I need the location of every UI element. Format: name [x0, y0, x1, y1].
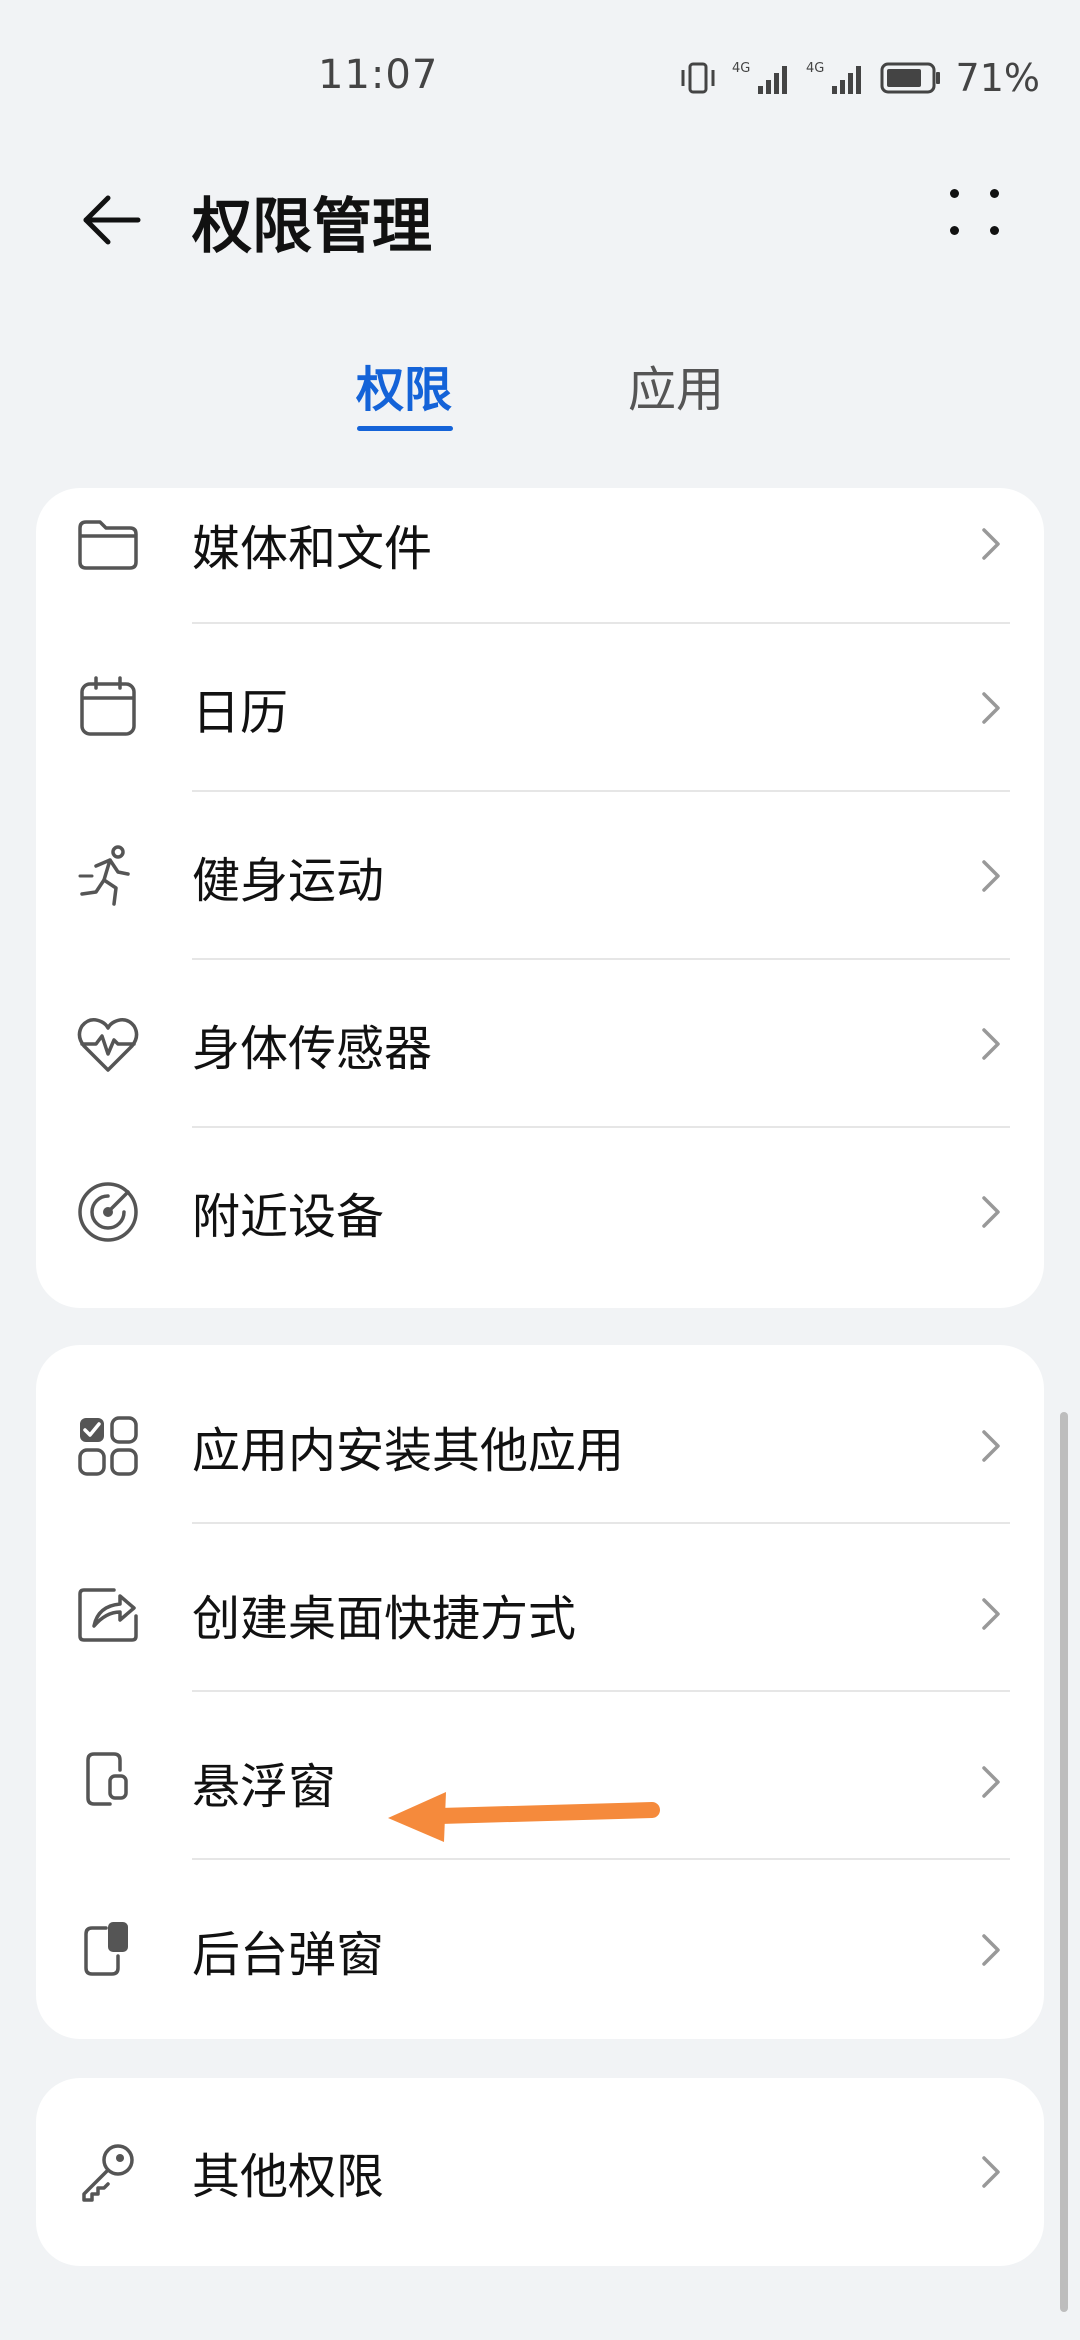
chevron-right-icon: [982, 692, 1000, 724]
page-title: 权限管理: [192, 192, 432, 262]
chevron-right-icon: [982, 1196, 1000, 1228]
battery-icon: [880, 62, 940, 94]
floating-window-icon: [86, 1752, 128, 1806]
calendar-icon: [80, 676, 136, 736]
divider: [192, 1690, 1010, 1692]
list-item-other-permissions[interactable]: 其他权限: [36, 2088, 1044, 2256]
background-popup-icon: [84, 1922, 128, 1976]
chevron-right-icon: [982, 1430, 1000, 1462]
list-item-nearby-devices[interactable]: 附近设备: [36, 1128, 1044, 1296]
arrow-left-icon: [83, 195, 141, 245]
radar-icon: [78, 1182, 138, 1242]
chevron-right-icon: [982, 2156, 1000, 2188]
chevron-right-icon: [982, 528, 1000, 560]
divider: [192, 1522, 1010, 1524]
list-item-body-sensors[interactable]: 身体传感器: [36, 960, 1044, 1128]
battery-percent: 71%: [955, 56, 1040, 100]
list-item-desktop-shortcut[interactable]: 创建桌面快捷方式: [36, 1530, 1044, 1698]
signal-icon: 4G: [806, 61, 861, 94]
status-bar: 11:07 4G 4G 71%: [0, 0, 1080, 150]
vibrate-icon: [681, 62, 715, 94]
annotation-arrow-icon: [388, 1792, 660, 1842]
list-item-install-apps[interactable]: 应用内安装其他应用: [36, 1362, 1044, 1530]
list-item-background-popup[interactable]: 后台弹窗: [36, 1866, 1044, 2034]
permission-group-basic: 媒体和文件 日历 健身运动 身体传感器 附近设备: [36, 488, 1044, 1308]
divider: [192, 1858, 1010, 1860]
folder-icon: [78, 520, 138, 570]
list-item-calendar[interactable]: 日历: [36, 624, 1044, 792]
apps-check-icon: [78, 1416, 138, 1476]
list-item-fitness[interactable]: 健身运动: [36, 792, 1044, 960]
signal-2-label: 4G: [806, 61, 824, 76]
share-shortcut-icon: [78, 1588, 138, 1642]
list-item-media-files[interactable]: 媒体和文件: [36, 488, 1044, 628]
status-time: 11:07: [318, 52, 439, 98]
item-label: 应用内安装其他应用: [192, 1423, 625, 1479]
item-label: 悬浮窗: [192, 1759, 337, 1815]
item-label: 创建桌面快捷方式: [192, 1591, 577, 1647]
chevron-right-icon: [982, 1028, 1000, 1060]
status-icons: 4G 4G 71%: [678, 56, 1040, 100]
more-options-button[interactable]: [940, 180, 1020, 260]
item-label: 附近设备: [192, 1189, 385, 1245]
item-label: 健身运动: [192, 853, 385, 909]
chevron-right-icon: [982, 1598, 1000, 1630]
signal-icon: 4G: [732, 61, 787, 94]
tab-apps[interactable]: 应用: [628, 350, 724, 420]
heart-pulse-icon: [77, 1018, 139, 1072]
item-label: 后台弹窗: [192, 1927, 385, 1983]
item-label: 身体传感器: [192, 1021, 433, 1077]
scrollbar[interactable]: [1060, 1412, 1068, 2312]
item-label: 其他权限: [192, 2149, 385, 2205]
item-label: 日历: [192, 685, 289, 741]
permission-group-app: 应用内安装其他应用 创建桌面快捷方式 悬浮窗 后台弹窗: [36, 1345, 1044, 2039]
permission-group-other: 其他权限: [36, 2078, 1044, 2266]
chevron-right-icon: [982, 860, 1000, 892]
signal-1-label: 4G: [732, 61, 750, 76]
back-button[interactable]: [70, 180, 150, 260]
tab-permissions[interactable]: 权限: [356, 350, 452, 420]
key-icon: [82, 2144, 134, 2202]
chevron-right-icon: [982, 1934, 1000, 1966]
running-icon: [78, 845, 130, 906]
tab-active-indicator: [357, 426, 453, 431]
item-label: 媒体和文件: [192, 521, 433, 577]
chevron-right-icon: [982, 1766, 1000, 1798]
